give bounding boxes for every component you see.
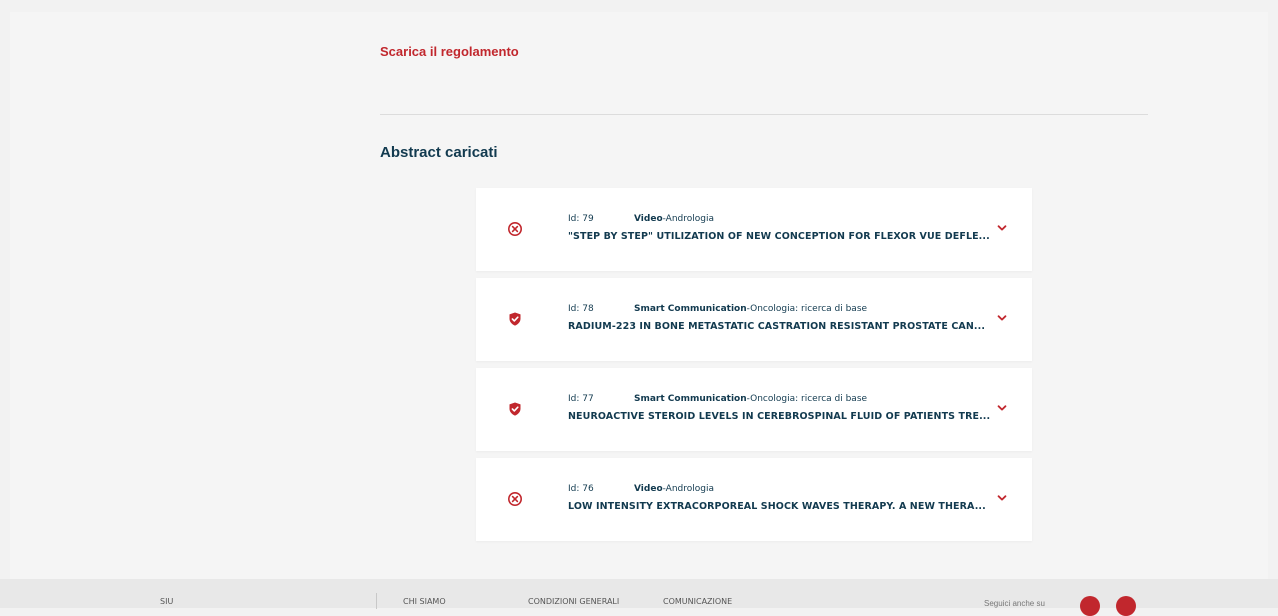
- footer-divider: [376, 593, 377, 609]
- shield-check-icon: [509, 402, 521, 416]
- abstract-category: -Andrologia: [662, 484, 714, 494]
- abstract-category: -Oncologia: ricerca di base: [746, 304, 868, 314]
- abstract-category: -Andrologia: [662, 214, 714, 224]
- footer-follow-text: Seguici anche su: [984, 599, 1045, 608]
- abstract-id: Id: 79: [568, 214, 594, 224]
- abstract-type: Smart Communication: [634, 394, 747, 404]
- abstract-id: Id: 76: [568, 484, 594, 494]
- abstract-card[interactable]: Id: 77 Smart Communication-Oncologia: ric…: [476, 368, 1032, 451]
- shield-check-icon: [509, 312, 521, 326]
- abstract-meta: Id: 79 Video-Andrologia: [568, 214, 714, 224]
- footer-link-condizioni-generali[interactable]: CONDIZIONI GENERALI: [528, 597, 619, 606]
- download-regulation-link[interactable]: Scarica il regolamento: [380, 44, 519, 59]
- abstract-category: -Oncologia: ricerca di base: [746, 394, 868, 404]
- abstract-title: NEUROACTIVE STEROID LEVELS IN CEREBROSPI…: [568, 411, 991, 422]
- chevron-down-icon[interactable]: [996, 312, 1008, 324]
- abstract-meta: Id: 77 Smart Communication-Oncologia: ric…: [568, 394, 867, 404]
- chevron-down-icon[interactable]: [996, 402, 1008, 414]
- chevron-down-icon[interactable]: [996, 492, 1008, 504]
- rejected-status-icon: [508, 492, 522, 506]
- chevron-down-icon[interactable]: [996, 222, 1008, 234]
- divider: [380, 114, 1148, 115]
- abstract-meta: Id: 78 Smart Communication-Oncologia: ric…: [568, 304, 867, 314]
- footer-link-comunicazione[interactable]: COMUNICAZIONE: [663, 597, 732, 606]
- footer-link-chi-siamo[interactable]: CHI SIAMO: [403, 597, 446, 606]
- abstract-meta: Id: 76 Video-Andrologia: [568, 484, 714, 494]
- abstract-title: "STEP BY STEP" UTILIZATION OF NEW CONCEP…: [568, 231, 990, 242]
- abstract-title: RADIUM-223 IN BONE METASTATIC CASTRATION…: [568, 321, 986, 332]
- abstract-type: Video: [634, 214, 663, 224]
- section-title: Abstract caricati: [380, 144, 498, 161]
- abstract-type: Video: [634, 484, 663, 494]
- abstract-title: LOW INTENSITY EXTRACORPOREAL SHOCK WAVES…: [568, 501, 986, 512]
- rejected-status-icon: [508, 222, 522, 236]
- abstract-card[interactable]: Id: 78 Smart Communication-Oncologia: ric…: [476, 278, 1032, 361]
- twitter-icon[interactable]: [1116, 596, 1136, 616]
- abstract-id: Id: 77: [568, 394, 594, 404]
- abstract-list: Id: 79 Video-Andrologia "STEP BY STEP" UT…: [476, 188, 1032, 548]
- abstract-id: Id: 78: [568, 304, 594, 314]
- facebook-icon[interactable]: [1080, 596, 1100, 616]
- footer: SIU CHI SIAMO CONDIZIONI GENERALI COMUNI…: [0, 579, 1278, 616]
- abstract-type: Smart Communication: [634, 304, 747, 314]
- abstract-card[interactable]: Id: 76 Video-Andrologia LOW INTENSITY EXT…: [476, 458, 1032, 541]
- abstract-card[interactable]: Id: 79 Video-Andrologia "STEP BY STEP" UT…: [476, 188, 1032, 271]
- footer-brand[interactable]: SIU: [160, 597, 173, 606]
